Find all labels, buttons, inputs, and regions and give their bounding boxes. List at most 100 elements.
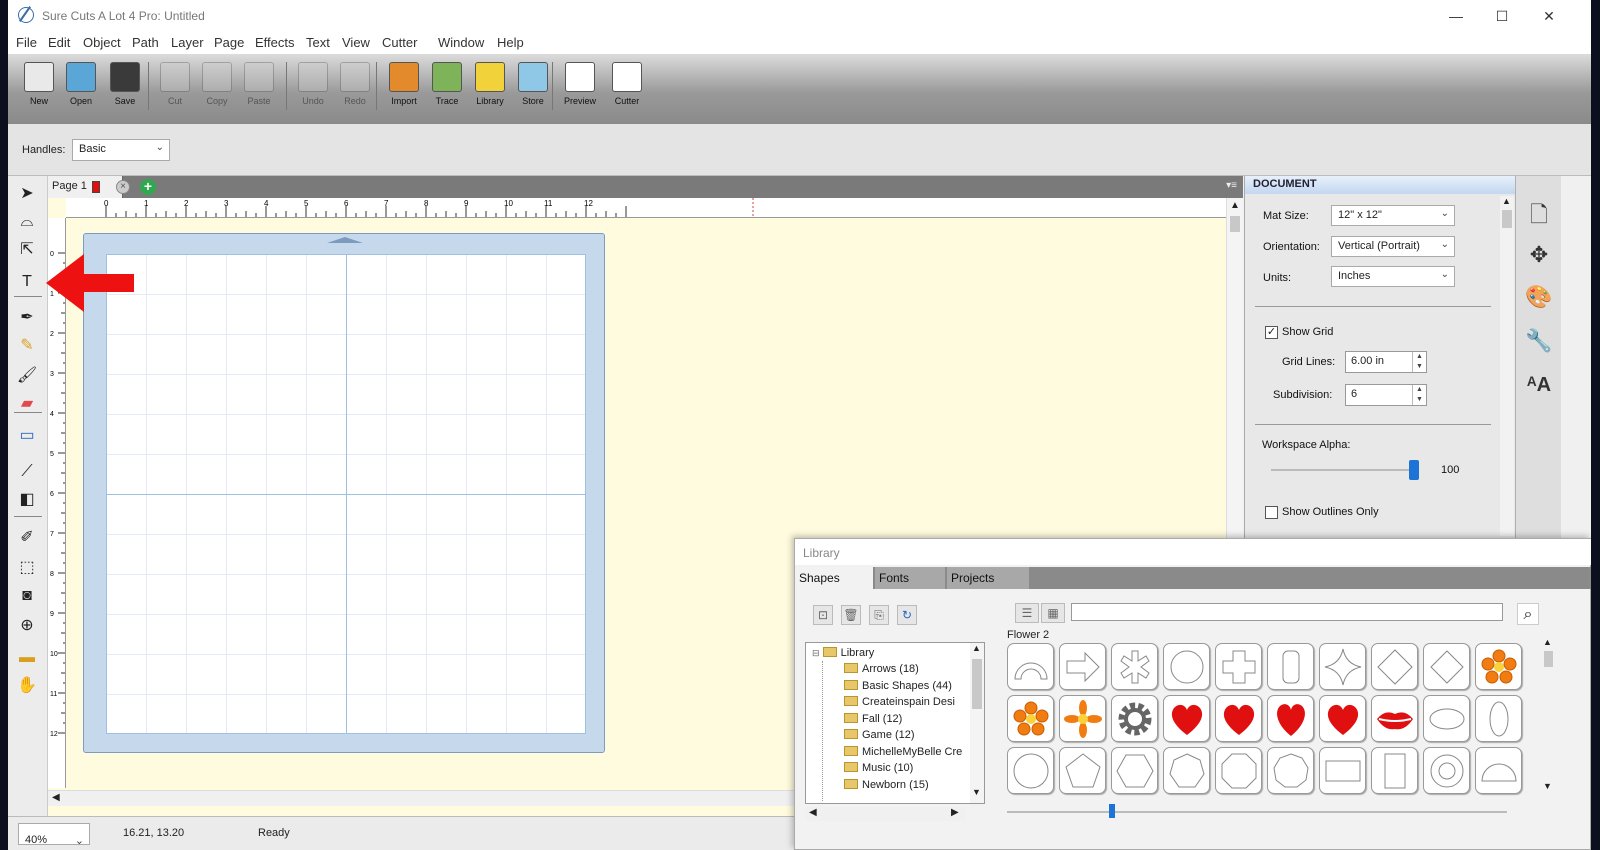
- shape-flower-orange[interactable]: [1007, 695, 1054, 742]
- tab-page-1[interactable]: Page 1: [48, 176, 123, 198]
- scroll-thumb[interactable]: [1230, 216, 1240, 232]
- add-file-icon[interactable]: ⎘: [869, 605, 889, 625]
- shapes-scrollbar[interactable]: ▲ ▼: [1543, 637, 1555, 792]
- tree-folder[interactable]: Createinspain Desi: [844, 696, 955, 708]
- cut-button[interactable]: Cut: [154, 60, 196, 116]
- store-button[interactable]: Store: [512, 60, 554, 116]
- shape-arch[interactable]: [1007, 643, 1054, 690]
- shape-rect-v[interactable]: [1371, 747, 1418, 794]
- thumbnail-size-slider[interactable]: [1007, 811, 1507, 813]
- rectangle-tool-icon[interactable]: ▭: [14, 424, 40, 448]
- new-button[interactable]: New: [18, 60, 60, 116]
- panel-scrollbar[interactable]: ▲: [1500, 196, 1514, 536]
- shape-half-circle[interactable]: [1475, 747, 1522, 794]
- scroll-up-icon[interactable]: ▲: [1543, 637, 1552, 647]
- tree-folder[interactable]: Basic Shapes (44): [844, 679, 952, 692]
- save-button[interactable]: Save: [104, 60, 146, 116]
- scroll-left-icon[interactable]: ◀: [52, 792, 60, 803]
- shape-ellipse-v[interactable]: [1475, 695, 1522, 742]
- tab-fonts[interactable]: Fonts: [875, 567, 945, 589]
- mat-size-select[interactable]: 12" x 12" ⌄: [1331, 205, 1455, 226]
- move-arrows-icon[interactable]: ✥: [1522, 238, 1556, 272]
- delete-icon[interactable]: 🗑: [841, 605, 861, 625]
- new-folder-icon[interactable]: ⊡: [813, 605, 833, 625]
- shape-diamond2[interactable]: [1423, 643, 1470, 690]
- collapse-icon[interactable]: ⊟: [812, 648, 820, 658]
- redo-button[interactable]: Redo: [334, 60, 376, 116]
- thumbnail-size-thumb[interactable]: [1109, 804, 1115, 818]
- tree-hscrollbar[interactable]: ◀ ▶: [805, 807, 965, 821]
- shape-ellipse-h[interactable]: [1423, 695, 1470, 742]
- close-page-icon[interactable]: ×: [116, 180, 130, 194]
- tree-folder[interactable]: Game (12): [844, 729, 915, 741]
- scroll-down-icon[interactable]: ▼: [1543, 781, 1552, 791]
- zoom-select[interactable]: 40% ⌄: [18, 823, 90, 847]
- shape-rect-h[interactable]: [1319, 747, 1366, 794]
- tree-folder[interactable]: MichelleMyBelle Cre: [844, 745, 962, 758]
- shape-flower-orange[interactable]: [1475, 643, 1522, 690]
- mat-grid[interactable]: [106, 254, 586, 734]
- menu-layer[interactable]: Layer: [171, 35, 204, 50]
- tree-folder[interactable]: Music (10): [844, 762, 913, 774]
- menu-file[interactable]: File: [16, 35, 37, 50]
- zoom-icon[interactable]: ⊕: [14, 614, 40, 638]
- shape-heart[interactable]: [1163, 695, 1210, 742]
- knife-icon[interactable]: ✐: [14, 526, 40, 550]
- shape-gear[interactable]: [1111, 695, 1158, 742]
- menu-page[interactable]: Page: [214, 35, 244, 50]
- pencil-icon[interactable]: ✎: [14, 334, 40, 358]
- tab-shapes[interactable]: Shapes: [795, 567, 873, 589]
- shape-flower-orange2[interactable]: [1059, 695, 1106, 742]
- close-button[interactable]: ✕: [1526, 0, 1572, 32]
- fill-icon[interactable]: ◧: [14, 488, 40, 512]
- menu-effects[interactable]: Effects: [255, 35, 295, 50]
- scroll-down-icon[interactable]: ▼: [972, 787, 981, 797]
- shape-arrow[interactable]: [1059, 643, 1106, 690]
- shape-asterisk[interactable]: [1111, 643, 1158, 690]
- text-tool-icon[interactable]: T: [14, 270, 40, 294]
- shape-octagon[interactable]: [1215, 747, 1262, 794]
- library-search-input[interactable]: [1071, 603, 1503, 621]
- shape-rounded-rect[interactable]: [1267, 643, 1314, 690]
- alpha-slider-track[interactable]: [1271, 469, 1419, 471]
- shape-diamond[interactable]: [1371, 643, 1418, 690]
- show-outlines-checkbox[interactable]: [1265, 506, 1278, 519]
- scroll-right-icon[interactable]: ▶: [951, 807, 959, 818]
- menu-text[interactable]: Text: [306, 35, 330, 50]
- scroll-thumb[interactable]: [1502, 210, 1512, 228]
- menu-help[interactable]: Help: [497, 35, 524, 50]
- menu-cutter[interactable]: Cutter: [382, 35, 417, 50]
- show-grid-checkbox[interactable]: ✓: [1265, 326, 1278, 339]
- scroll-left-icon[interactable]: ◀: [809, 807, 817, 818]
- undo-button[interactable]: Undo: [292, 60, 334, 116]
- shape-heart[interactable]: [1215, 695, 1262, 742]
- brush-icon[interactable]: 🖌: [14, 364, 40, 388]
- shape-circle[interactable]: [1163, 643, 1210, 690]
- select-arrow-icon[interactable]: ➤: [14, 182, 40, 206]
- eyedropper-icon[interactable]: ⟋: [14, 460, 40, 484]
- scroll-thumb[interactable]: [972, 659, 982, 709]
- tree-root[interactable]: ⊟ Library: [812, 647, 874, 659]
- scroll-up-icon[interactable]: ▲: [972, 643, 981, 653]
- search-icon[interactable]: ⌕: [1517, 603, 1539, 625]
- subdivision-input[interactable]: 6 ▲ ▼: [1345, 384, 1427, 406]
- tree-folder[interactable]: Fall (12): [844, 712, 902, 725]
- pen-tool-icon[interactable]: ✒: [14, 306, 40, 330]
- menu-window[interactable]: Window: [438, 35, 484, 50]
- tree-scrollbar[interactable]: ▲ ▼: [970, 643, 984, 803]
- paste-button[interactable]: Paste: [238, 60, 280, 116]
- page-menu-icon[interactable]: ▾≡: [1226, 180, 1237, 191]
- scroll-up-icon[interactable]: ▲: [1502, 196, 1511, 206]
- menu-object[interactable]: Object: [83, 35, 121, 50]
- tab-projects[interactable]: Projects: [947, 567, 1029, 589]
- minimize-button[interactable]: —: [1433, 0, 1479, 32]
- cutter-button[interactable]: Cutter: [606, 60, 648, 116]
- wrench-icon[interactable]: 🔧: [1522, 324, 1556, 358]
- shape-nonagon[interactable]: [1267, 747, 1314, 794]
- palette-icon[interactable]: 🎨: [1522, 280, 1556, 314]
- import-button[interactable]: Import: [383, 60, 425, 116]
- tree-folder[interactable]: Newborn (15): [844, 778, 929, 791]
- trace-button[interactable]: Trace: [426, 60, 468, 116]
- shape-pentagon[interactable]: [1059, 747, 1106, 794]
- scroll-up-icon[interactable]: ▲: [1230, 200, 1240, 211]
